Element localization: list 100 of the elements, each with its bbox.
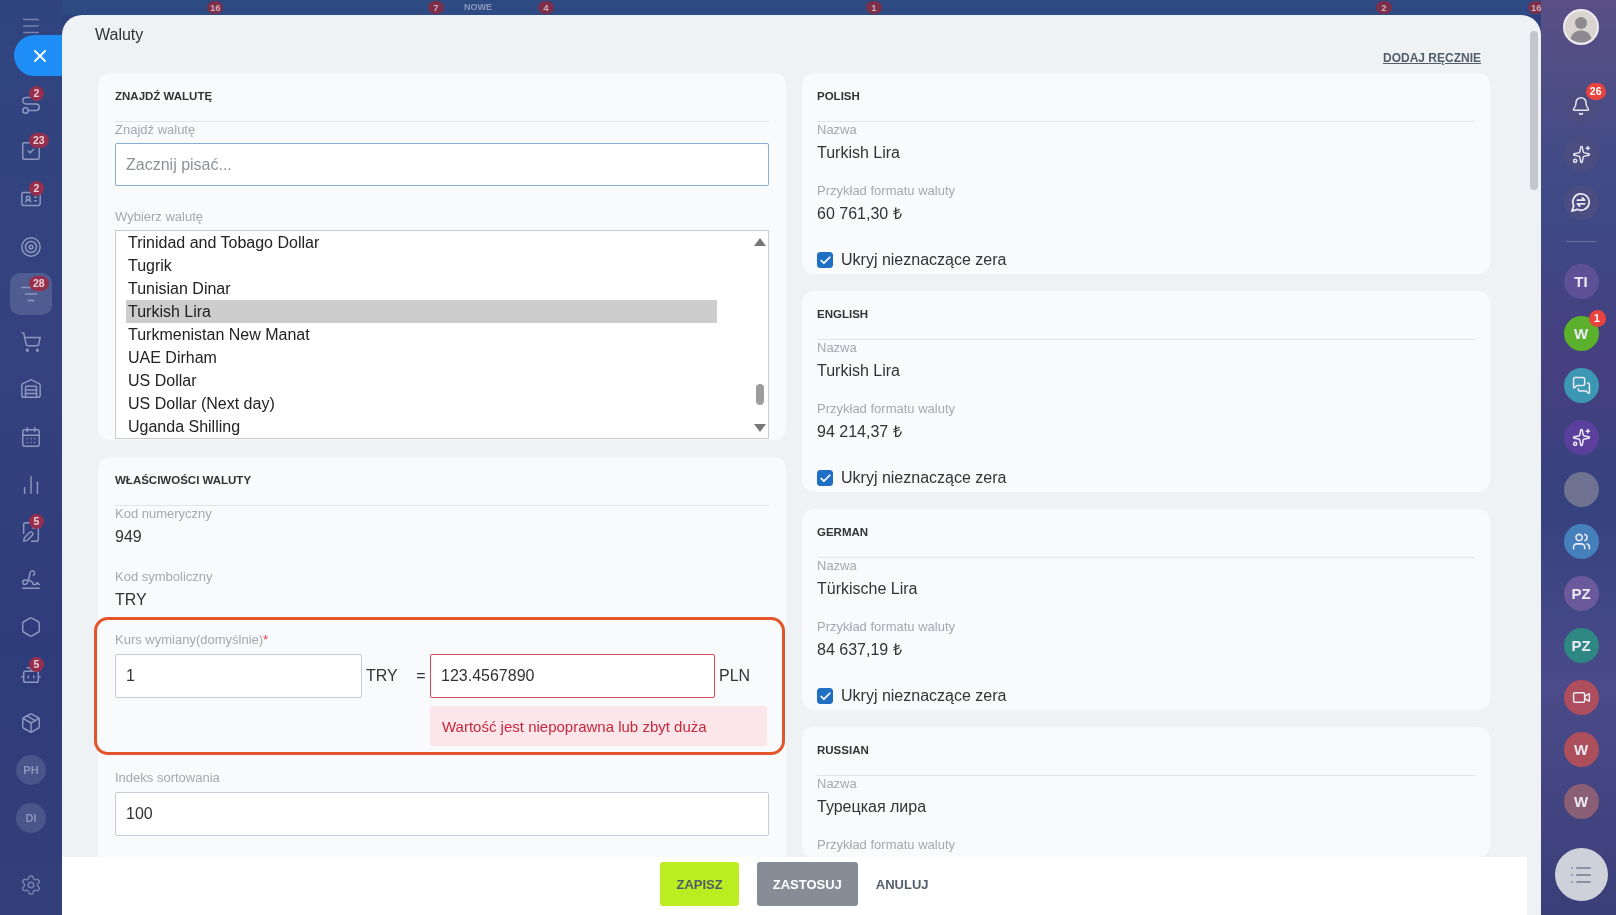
field-value: 949 xyxy=(115,527,143,547)
section-title: ZNAJDŹ WALUTĘ xyxy=(115,89,214,104)
field-label: Nazwa xyxy=(817,558,858,574)
list-option[interactable]: UAE Dirham xyxy=(126,346,717,369)
field-value: Turkish Lira xyxy=(817,143,901,163)
amount-field[interactable]: 1 xyxy=(115,654,362,698)
chat-bubbles-icon xyxy=(1571,375,1591,395)
notification-badge: 7 xyxy=(428,1,444,14)
chat-avatar[interactable] xyxy=(1563,679,1599,715)
sidebar-item[interactable]: 5 xyxy=(10,511,52,554)
chat-avatar[interactable] xyxy=(1563,367,1599,403)
field-label: Wybierz walutę xyxy=(115,209,205,225)
notification-badge: 2 xyxy=(29,85,44,101)
field-value: Turkish Lira xyxy=(817,361,901,381)
list-option[interactable]: US Dollar xyxy=(126,369,717,392)
sidebar-item[interactable]: 2 xyxy=(10,82,52,125)
chat-avatar[interactable]: PZ xyxy=(1563,627,1599,663)
currency-listbox[interactable]: Trinidad and Tobago Dollar Tugrik Tunisian Dinar Turkish Lira Turkmenistan New Manat UAE Dirham US Dollar US Dollar (Next day) Uganda Shilling xyxy=(115,230,769,439)
add-manually-link[interactable]: DODAJ RĘCZNIE xyxy=(1383,51,1481,65)
equals-sign: = xyxy=(415,667,427,685)
box-icon xyxy=(20,711,42,734)
scroll-down-icon[interactable] xyxy=(753,424,766,432)
bell-icon xyxy=(1571,96,1591,116)
save-button[interactable]: ZAPISZ xyxy=(660,862,739,906)
chat-avatar[interactable]: W xyxy=(1563,783,1599,819)
checkbox-label[interactable]: Ukryj nieznaczące zera xyxy=(841,686,1007,706)
hexagon-icon xyxy=(20,616,42,639)
checkmark-icon xyxy=(818,689,832,703)
section-title: ENGLISH xyxy=(817,307,870,322)
notification-badge: 5 xyxy=(29,656,44,672)
section-title: WŁAŚCIWOŚCI WALUTY xyxy=(115,473,253,488)
rate-field[interactable]: 123.4567890 xyxy=(430,654,715,698)
menu-button[interactable] xyxy=(1554,848,1608,901)
sparkles-icon xyxy=(1571,427,1591,447)
field-label: Indeks sortowania xyxy=(115,770,221,786)
notification-badge: 2 xyxy=(1376,1,1392,14)
cancel-button[interactable]: ANULUJ xyxy=(875,862,929,906)
field-value: 84 637,19 ₺ xyxy=(817,640,903,660)
chat-avatar[interactable]: W xyxy=(1563,731,1599,767)
signature-icon xyxy=(20,568,42,591)
section-title: GERMAN xyxy=(817,525,870,540)
field-label: Nazwa xyxy=(817,776,858,792)
sidebar-item[interactable]: 28 xyxy=(10,273,52,316)
settings-icon[interactable] xyxy=(20,874,42,896)
checkbox-label[interactable]: Ukryj nieznaczące zera xyxy=(841,468,1007,488)
currency-code: PLN xyxy=(718,667,752,685)
notifications-button[interactable] xyxy=(1563,88,1599,124)
sidebar-item[interactable]: 23 xyxy=(10,130,52,173)
list-option[interactable]: Turkish Lira xyxy=(126,300,717,323)
checkbox-label[interactable]: Ukryj nieznaczące zera xyxy=(841,250,1007,270)
sidebar-item[interactable]: 5 xyxy=(10,653,52,696)
field-label: Znajdź walutę xyxy=(115,122,197,138)
checkbox[interactable] xyxy=(817,688,833,704)
scroll-up-icon[interactable] xyxy=(753,238,766,246)
notification-badge: 5 xyxy=(29,514,44,530)
field-label: Przykład formatu waluty xyxy=(817,619,956,635)
field-value: Турецкая лира xyxy=(817,797,928,817)
chat-avatar[interactable]: TI xyxy=(1563,263,1599,299)
sort-index-field[interactable]: 100 xyxy=(115,792,769,836)
error-message: Wartość jest niepoprawna lub zbyt duża xyxy=(430,706,767,746)
field-label: Kod numeryczny xyxy=(115,506,213,522)
list-option[interactable]: Turkmenistan New Manat xyxy=(126,323,717,346)
notification-badge: 1 xyxy=(1588,309,1606,327)
close-button[interactable] xyxy=(14,35,62,76)
checkmark-icon xyxy=(818,253,832,267)
assistant-button[interactable] xyxy=(1563,136,1599,172)
chat-button[interactable] xyxy=(1563,184,1599,220)
list-option[interactable]: Tugrik xyxy=(126,254,717,277)
sidebar-item[interactable]: 2 xyxy=(10,178,52,220)
avatar-icon[interactable] xyxy=(1563,9,1599,45)
page-title: Waluty xyxy=(95,25,145,45)
checkbox[interactable] xyxy=(817,470,833,486)
section-title: RUSSIAN xyxy=(817,743,870,758)
list-option[interactable]: Uganda Shilling xyxy=(126,415,717,438)
notification-badge: 4 xyxy=(538,1,554,14)
chat-avatar[interactable]: PZ xyxy=(1563,575,1599,611)
field-value: 94 214,37 ₺ xyxy=(817,422,903,442)
field-label: Nazwa xyxy=(817,340,858,356)
target-icon xyxy=(20,235,42,258)
list-option[interactable]: US Dollar (Next day) xyxy=(126,392,717,415)
field-value: 60 761,30 ₺ xyxy=(817,204,903,224)
field-value: TRY xyxy=(115,590,148,610)
field-label: Przykład formatu waluty xyxy=(817,401,956,417)
notification-badge: 23 xyxy=(29,133,49,149)
chat-avatar[interactable] xyxy=(1563,523,1599,559)
search-field[interactable]: Zacznij pisać... xyxy=(115,143,769,186)
list-option[interactable]: Trinidad and Tobago Dollar xyxy=(126,231,717,254)
checkbox[interactable] xyxy=(817,252,833,268)
currency-code: TRY xyxy=(365,667,399,685)
scrollbar-thumb[interactable] xyxy=(755,384,764,405)
scrollbar-thumb[interactable] xyxy=(1530,31,1538,190)
notification-badge: 1 xyxy=(866,1,882,14)
field-label: Nazwa xyxy=(817,122,858,138)
section-title: POLISH xyxy=(817,89,861,104)
chat-avatar[interactable] xyxy=(1563,419,1599,455)
list-option[interactable]: Tunisian Dinar xyxy=(126,277,717,300)
notification-badge: 2 xyxy=(29,181,44,196)
field-label: Przykład formatu waluty xyxy=(817,837,956,853)
field-value: Türkische Lira xyxy=(817,579,919,599)
sparkles-icon xyxy=(1571,144,1591,164)
